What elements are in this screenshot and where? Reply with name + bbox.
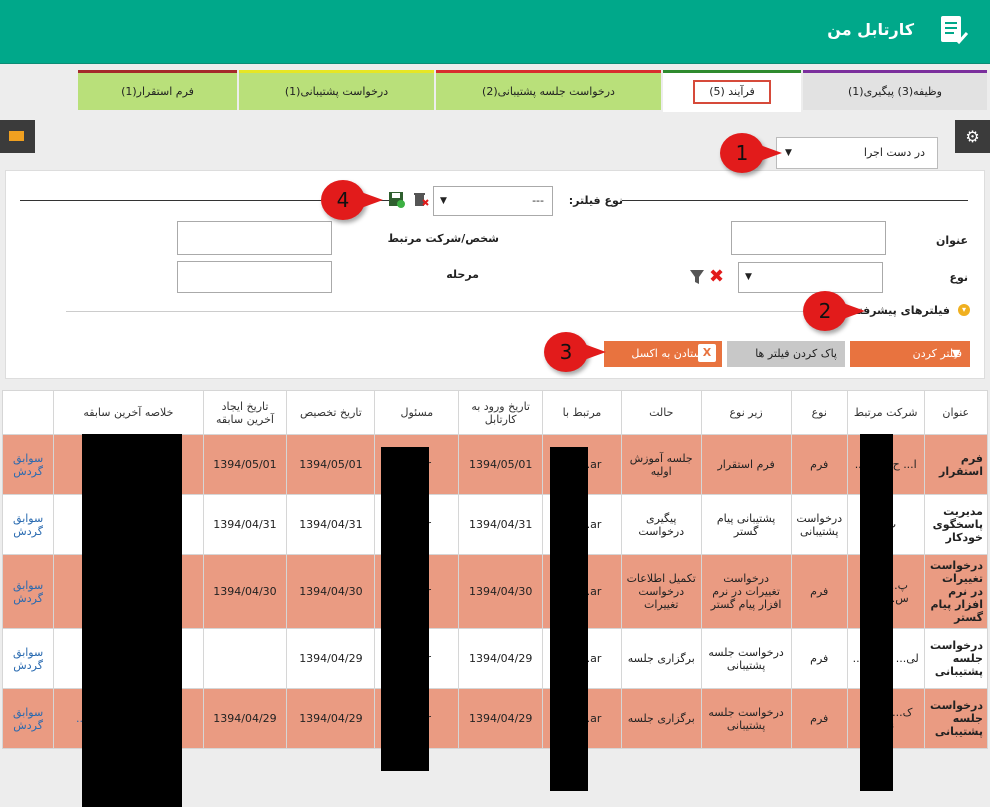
advanced-filters-toggle[interactable]: فیلترهای پیشرفته xyxy=(852,304,950,317)
history-link[interactable]: سوابق گردش xyxy=(1,628,55,689)
person-company-label: شخص/شرکت مرتبط xyxy=(387,232,499,245)
history-link[interactable]: سوابق گردش xyxy=(1,494,55,555)
clear-type-icon[interactable]: ✖ xyxy=(709,266,724,287)
callout-2: 2 xyxy=(803,291,865,331)
history-link[interactable]: سوابق گردش xyxy=(1,554,55,629)
redaction-mask xyxy=(381,447,429,771)
person-company-input[interactable] xyxy=(177,221,332,255)
table-header-row: عنوان شرکت مرتبط نوع زیر نوع حالت مرتبط … xyxy=(1,390,989,435)
filter-panel: نوع فیلتر: --- ▼ عنوان شخص/شرکت مرتبط نو… xyxy=(5,170,985,379)
col-entry-date[interactable]: تاریخ ورود به کارتابل xyxy=(458,390,544,435)
delete-filter-icon[interactable] xyxy=(413,191,429,207)
flag-icon[interactable] xyxy=(0,120,35,153)
col-subtype[interactable]: زیر نوع xyxy=(700,390,792,435)
redaction-mask xyxy=(860,434,893,791)
status-select[interactable]: در دست اجرا ▼ xyxy=(776,137,938,169)
tab-bar: وظیفه(3) پیگیری(1) فرآیند (5) درخواست جل… xyxy=(0,70,990,112)
history-link[interactable]: سوابق گردش xyxy=(1,434,55,495)
excel-icon: X xyxy=(698,344,716,362)
filter-type-select[interactable]: --- ▼ xyxy=(433,186,553,216)
col-actions xyxy=(1,390,55,435)
filter-type-label: نوع فیلتر: xyxy=(568,194,623,207)
col-company[interactable]: شرکت مرتبط xyxy=(846,390,925,435)
type-label: نوع xyxy=(949,271,968,284)
document-check-icon xyxy=(941,16,968,45)
divider xyxy=(66,311,803,312)
page-title: کارتابل من xyxy=(827,20,914,39)
callout-4: 4 xyxy=(321,180,383,220)
settings-gear-icon[interactable]: ⚙ xyxy=(955,120,990,153)
redaction-mask xyxy=(550,447,588,791)
title-input[interactable] xyxy=(731,221,886,255)
tab-support-meeting-request[interactable]: درخواست جلسه پشتیبانی(2) xyxy=(436,70,661,110)
redaction-mask xyxy=(82,434,182,807)
save-filter-icon[interactable] xyxy=(388,191,406,209)
history-link[interactable]: سوابق گردش xyxy=(1,688,55,749)
dropdown-arrow-icon: ▼ xyxy=(785,148,792,158)
col-owner[interactable]: مسئول xyxy=(374,390,460,435)
callout-3: 3 xyxy=(544,332,606,372)
tab-deployment-form[interactable]: فرم استقرار(1) xyxy=(78,70,237,110)
title-label: عنوان xyxy=(935,234,968,247)
col-title[interactable]: عنوان xyxy=(923,390,989,435)
filter-button[interactable]: فیلتر کردن ▼ xyxy=(850,341,970,367)
type-select[interactable]: ▼ xyxy=(738,262,883,293)
tab-tasks[interactable]: وظیفه(3) پیگیری(1) xyxy=(803,70,987,110)
dropdown-arrow-icon: ▼ xyxy=(745,272,752,282)
tab-support-request[interactable]: درخواست پشتیبانی(1) xyxy=(239,70,434,110)
app-header: کارتابل من xyxy=(0,0,990,64)
divider xyxy=(622,200,968,201)
stage-input[interactable] xyxy=(177,261,332,293)
col-related[interactable]: مرتبط با xyxy=(542,390,622,435)
col-type[interactable]: نوع xyxy=(790,390,848,435)
expand-toggle-icon[interactable]: ▾ xyxy=(958,304,970,316)
funnel-icon: ▼ xyxy=(951,347,961,360)
dropdown-arrow-icon: ▼ xyxy=(440,196,447,206)
clear-filters-button[interactable]: پاک کردن فیلتر ها xyxy=(727,341,845,367)
callout-1: 1 xyxy=(720,133,782,173)
col-assign-date[interactable]: تاریخ تخصیص xyxy=(286,390,376,435)
stage-label: مرحله xyxy=(446,268,479,281)
col-summary[interactable]: خلاصه آخرین سابقه xyxy=(53,390,204,435)
tab-process[interactable]: فرآیند (5) xyxy=(663,70,801,112)
col-last-date[interactable]: تاریخ ایجاد آخرین سابقه xyxy=(202,390,288,435)
funnel-icon[interactable] xyxy=(690,270,704,284)
col-state[interactable]: حالت xyxy=(620,390,702,435)
send-to-excel-button[interactable]: فرستادن به اکسل X xyxy=(604,341,722,367)
